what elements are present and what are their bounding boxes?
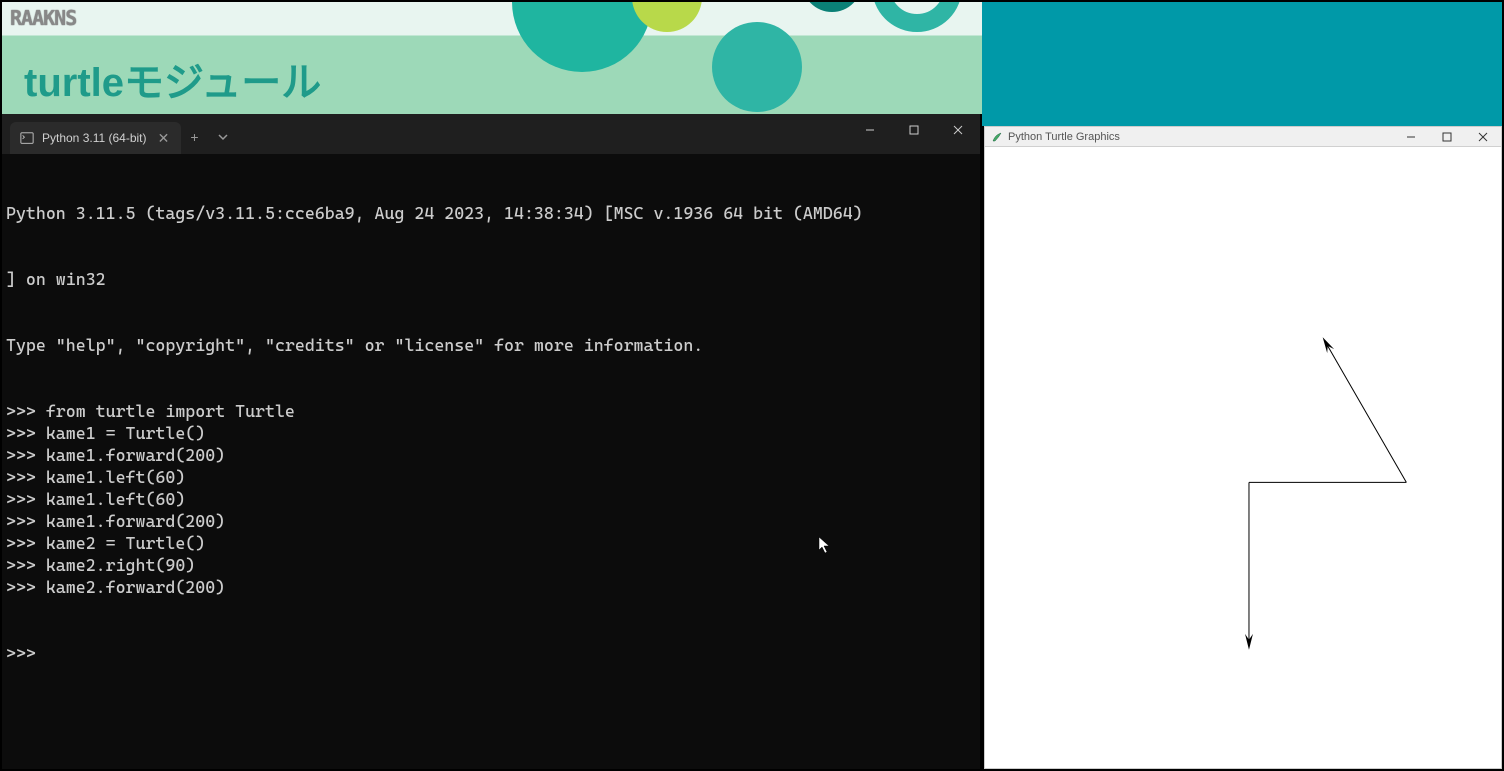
slide-title: turtleモジュール xyxy=(24,50,321,108)
terminal-window: Python 3.11 (64-bit) ✕ + Python 3.11.5 (… xyxy=(2,114,980,769)
minimize-button[interactable] xyxy=(848,114,892,146)
terminal-banner-line: ] on win32 xyxy=(6,268,976,290)
terminal-input-line: >>> kame1.left(60) xyxy=(6,466,976,488)
terminal-input-line: >>> from turtle import Turtle xyxy=(6,400,976,422)
turtle-minimize-button[interactable] xyxy=(1393,127,1429,147)
tab-dropdown-button[interactable] xyxy=(209,123,237,151)
maximize-button[interactable] xyxy=(892,114,936,146)
terminal-input-line: >>> kame1.forward(200) xyxy=(6,444,976,466)
terminal-input-line: >>> kame1 = Turtle() xyxy=(6,422,976,444)
close-window-button[interactable] xyxy=(936,114,980,146)
turtle-titlebar[interactable]: Python Turtle Graphics xyxy=(985,127,1501,147)
turtle-maximize-button[interactable] xyxy=(1429,127,1465,147)
new-tab-button[interactable]: + xyxy=(181,123,209,151)
terminal-window-buttons xyxy=(848,114,980,154)
turtle-close-button[interactable] xyxy=(1465,127,1501,147)
terminal-input-line: >>> kame2 = Turtle() xyxy=(6,532,976,554)
terminal-banner-line: Python 3.11.5 (tags/v3.11.5:cce6ba9, Aug… xyxy=(6,202,976,224)
turtle-canvas xyxy=(985,147,1501,768)
terminal-input-line: >>> kame1.left(60) xyxy=(6,488,976,510)
right-top-panel xyxy=(982,2,1502,126)
header-decoration xyxy=(452,2,1052,114)
turtle-graphics-window: Python Turtle Graphics xyxy=(984,126,1502,769)
terminal-input-line: >>> kame2.forward(200) xyxy=(6,576,976,598)
terminal-tab-title: Python 3.11 (64-bit) xyxy=(42,131,147,145)
turtle-window-buttons xyxy=(1393,127,1501,147)
close-tab-button[interactable]: ✕ xyxy=(155,129,173,147)
terminal-input-line: >>> kame2.right(90) xyxy=(6,554,976,576)
feather-icon xyxy=(991,131,1003,143)
terminal-banner-line: Type "help", "copyright", "credits" or "… xyxy=(6,334,976,356)
terminal-titlebar[interactable]: Python 3.11 (64-bit) ✕ + xyxy=(2,114,980,154)
terminal-body[interactable]: Python 3.11.5 (tags/v3.11.5:cce6ba9, Aug… xyxy=(2,154,980,769)
turtle-window-title: Python Turtle Graphics xyxy=(1008,131,1120,143)
terminal-prompt[interactable]: >>> xyxy=(6,642,976,664)
logo-text: RAAKNS xyxy=(10,6,76,30)
terminal-input-line: >>> kame1.forward(200) xyxy=(6,510,976,532)
terminal-tab[interactable]: Python 3.11 (64-bit) ✕ xyxy=(10,122,181,154)
terminal-tab-icon xyxy=(20,131,34,145)
